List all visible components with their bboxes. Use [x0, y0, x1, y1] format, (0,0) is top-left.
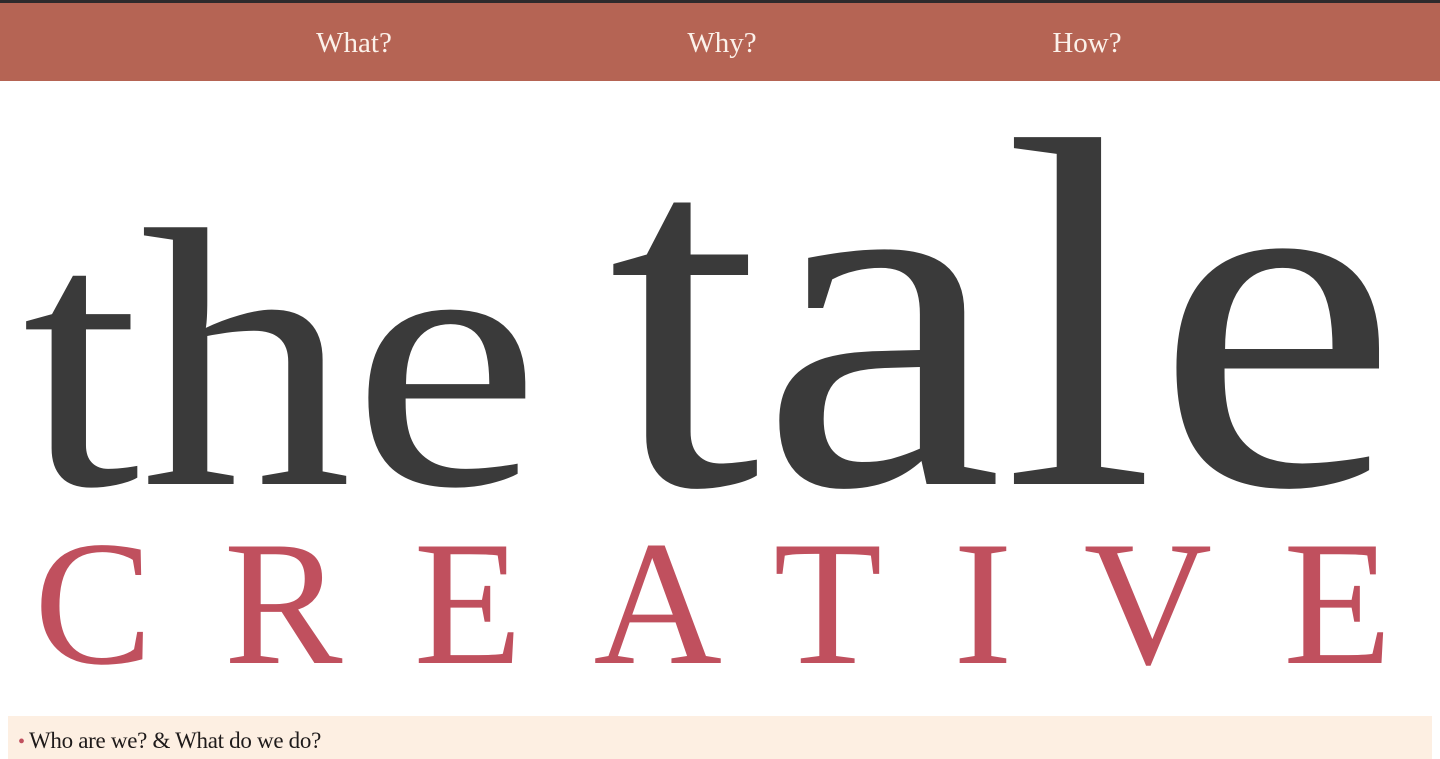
- bullet-icon: •: [18, 731, 26, 753]
- section-title: Who are we? & What do we do?: [29, 728, 321, 753]
- brand-logo: the tale CREATIVE: [0, 82, 1440, 716]
- nav-link-why[interactable]: Why?: [687, 3, 756, 81]
- section-header: • Who are we? & What do we do?: [8, 716, 1432, 759]
- nav-link-what[interactable]: What?: [316, 3, 392, 81]
- section-link-who-are-we[interactable]: • Who are we? & What do we do?: [18, 728, 321, 754]
- top-navigation: What? Why? How?: [0, 3, 1440, 81]
- nav-link-how[interactable]: How?: [1052, 3, 1121, 81]
